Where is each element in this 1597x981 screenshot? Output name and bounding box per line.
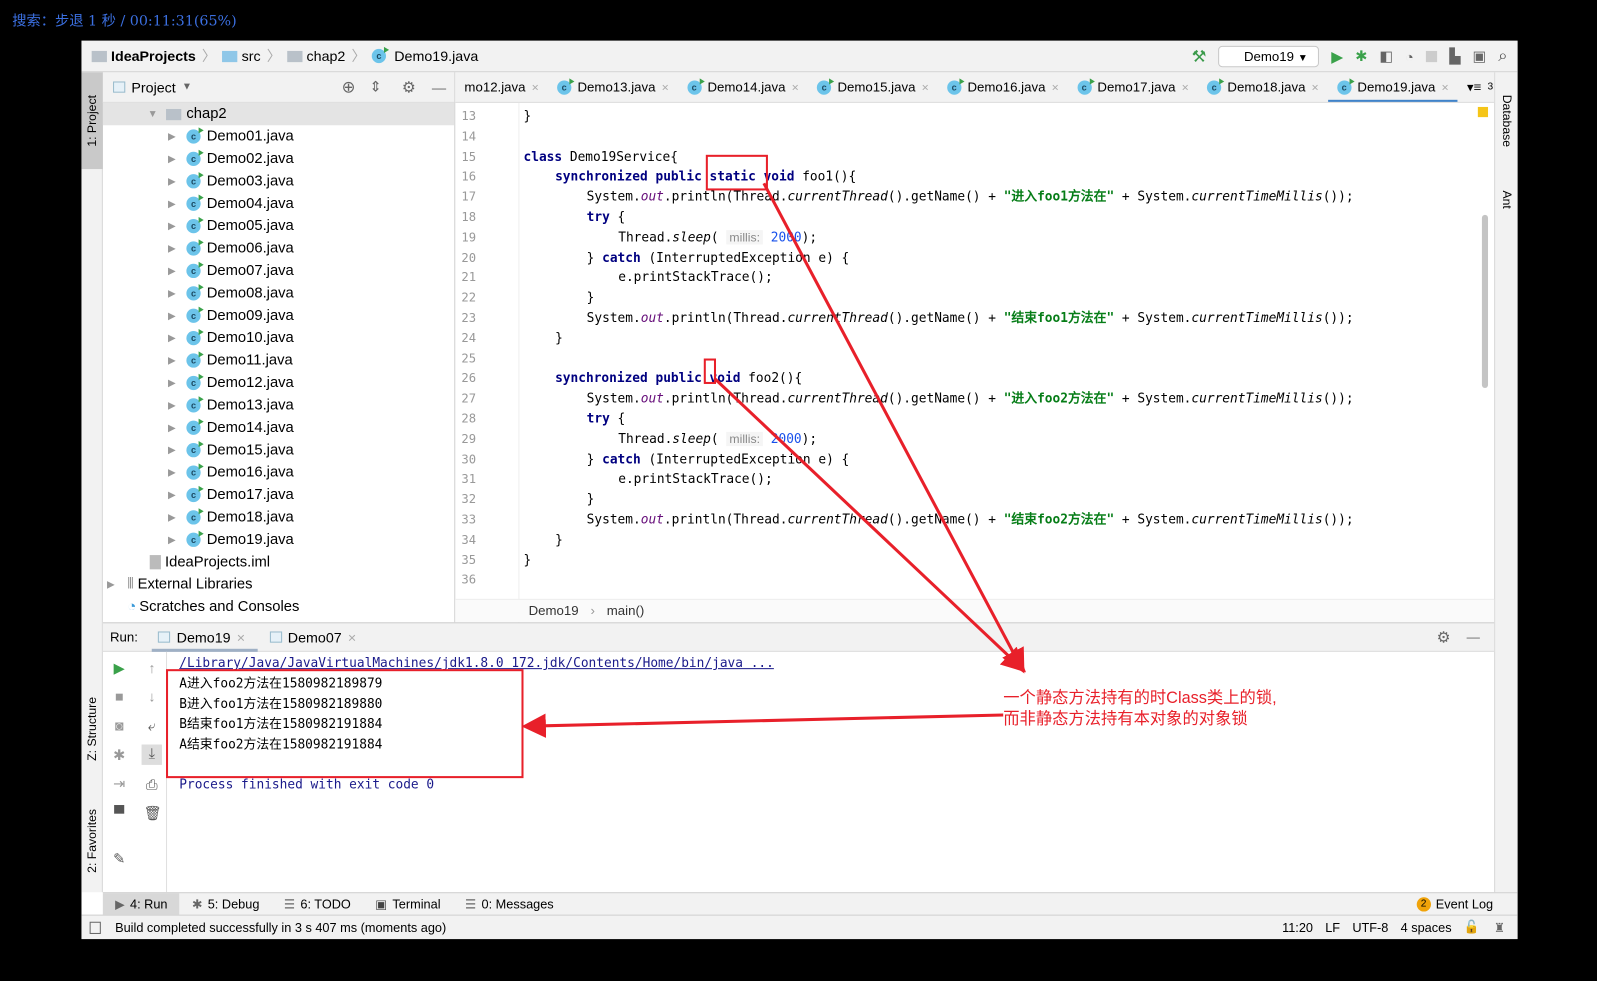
arrow-static-to-note: [762, 182, 1025, 674]
annotation-line: 一个静态方法持有的时Class类上的锁,: [1003, 689, 1277, 707]
arrow-void-to-note: [713, 377, 1027, 673]
annotation-line: 而非静态方法持有本对象的对象锁: [1003, 710, 1248, 729]
annotation-note: 一个静态方法持有的时Class类上的锁, 而非静态方法持有本对象的对象锁: [1003, 687, 1276, 730]
arrow-note-to-output: [521, 713, 1004, 738]
annotation-arrows: [521, 182, 1027, 738]
